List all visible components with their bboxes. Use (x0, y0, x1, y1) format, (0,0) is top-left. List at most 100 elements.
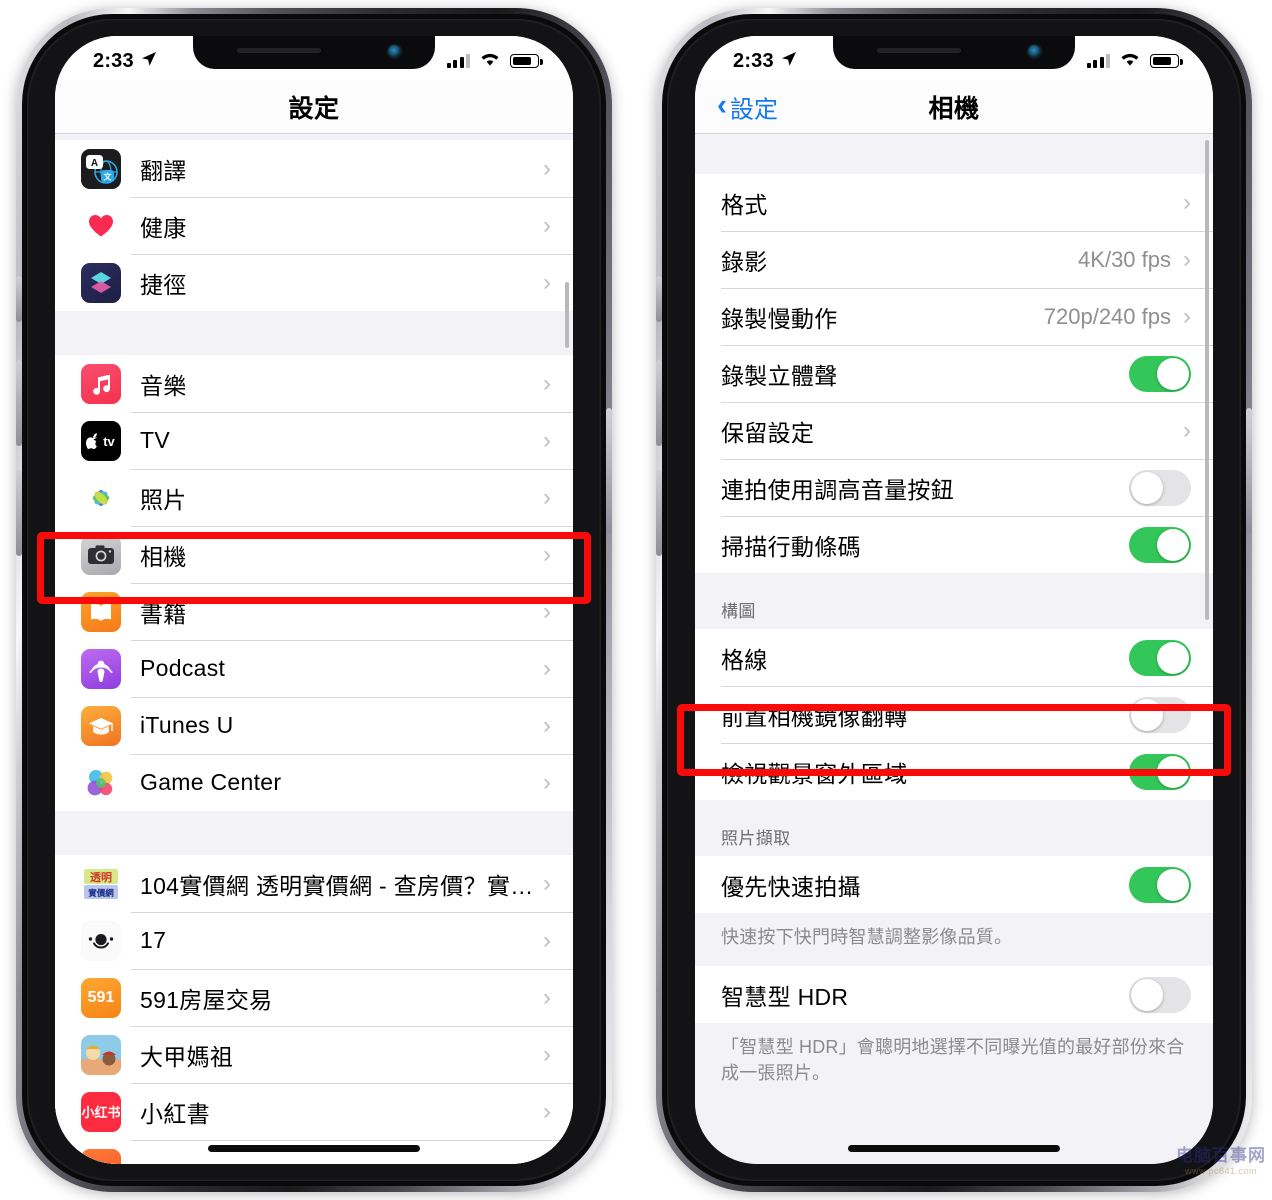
chevron-right-icon: › (543, 768, 551, 796)
mazu-app-icon (81, 1034, 121, 1075)
section-header-photo-capture: 照片擷取 (695, 800, 1213, 856)
setting-value: 4K/30 fps (1078, 246, 1171, 272)
sidebar-item-translate[interactable]: A 文 翻譯 › (55, 140, 573, 197)
location-arrow-icon (781, 50, 797, 73)
setting-label: 錄製立體聲 (721, 362, 838, 389)
sidebar-item-camera[interactable]: 相機 › (55, 526, 573, 583)
sidebar-item-shortcuts[interactable]: 捷徑 › (55, 254, 573, 311)
setting-label: 保留設定 (721, 419, 815, 446)
sidebar-item-game-center[interactable]: Game Center › (55, 754, 573, 811)
toggle-view-outside-frame[interactable] (1129, 753, 1191, 790)
sidebar-item-104[interactable]: 透明 實價網 104實價網 透明實價網 - 查房價？實… › (55, 855, 573, 912)
app17-icon (81, 920, 121, 961)
volume-up-button[interactable] (656, 360, 662, 446)
page-title: 設定 (288, 94, 340, 123)
left-settings-list[interactable]: A 文 翻譯 › 健康 › 捷徑 › 音樂 › tv TV › 照片 › 相機 … (55, 134, 573, 1164)
sidebar-item-xiaohongshu[interactable]: 小红书 小紅書 › (55, 1083, 573, 1140)
toggle-prioritize-faster-shooting[interactable] (1129, 866, 1191, 903)
setting-row-record-stereo[interactable]: 錄製立體聲 (695, 345, 1213, 402)
chevron-right-icon: › (543, 711, 551, 739)
sidebar-item-label: Podcast (140, 655, 226, 681)
toggle-knob (1131, 698, 1163, 731)
chevron-right-icon: › (543, 1097, 551, 1125)
tv-app-icon: tv (81, 420, 121, 461)
chevron-right-icon: › (543, 1156, 551, 1164)
right-phone-screen: 2:33 ‹ 設定 相機 格式 › 錄影 4K/30 fps › 錄製慢動作 7… (695, 36, 1213, 1164)
sidebar-item-label: 591房屋交易 (140, 986, 273, 1013)
toggle-scan-qr[interactable] (1129, 526, 1191, 563)
toggle-grid[interactable] (1129, 639, 1191, 676)
sidebar-item-books[interactable]: 書籍 › (55, 583, 573, 640)
toggle-record-stereo[interactable] (1129, 355, 1191, 392)
chevron-right-icon: › (543, 540, 551, 568)
chevron-right-icon: › (543, 1040, 551, 1068)
volume-down-button[interactable] (656, 470, 662, 556)
volume-up-button[interactable] (16, 360, 22, 446)
setting-label: 連拍使用調高音量按鈕 (721, 476, 954, 503)
setting-label: 掃描行動條碼 (721, 533, 861, 560)
setting-row-scan-qr[interactable]: 掃描行動條碼 (695, 516, 1213, 573)
setting-row-preserve-settings[interactable]: 保留設定 › (695, 402, 1213, 459)
itunesu-app-icon (81, 705, 121, 746)
front-camera-icon (388, 45, 401, 58)
setting-label: 錄影 (721, 248, 768, 275)
chevron-right-icon: › (543, 268, 551, 296)
setting-row-grid[interactable]: 格線 (695, 629, 1213, 686)
setting-row-record-video[interactable]: 錄影 4K/30 fps › (695, 231, 1213, 288)
setting-row-mirror-front-camera[interactable]: 前置相機鏡像翻轉 (695, 686, 1213, 743)
volume-down-button[interactable] (16, 470, 22, 556)
sidebar-item-label: 104實價網 透明實價網 - 查房價？實… (140, 872, 534, 899)
sidebar-item-label: TV (140, 427, 170, 453)
toggle-mirror-front-camera[interactable] (1129, 696, 1191, 733)
sidebar-item-photos[interactable]: 照片 › (55, 469, 573, 526)
sidebar-item-label: 17 (140, 927, 167, 953)
setting-row-burst-volume-up[interactable]: 連拍使用調高音量按鈕 (695, 459, 1213, 516)
camera-app-icon (81, 534, 121, 575)
camera-section-3: 優先快速拍攝 (695, 856, 1213, 913)
sidebar-item-17[interactable]: 17 › (55, 912, 573, 969)
status-time: 2:33 (733, 50, 797, 73)
setting-row-record-slomo[interactable]: 錄製慢動作 720p/240 fps › (695, 288, 1213, 345)
toggle-knob (1157, 528, 1189, 561)
sidebar-item-mazu[interactable]: 大甲媽祖 › (55, 1026, 573, 1083)
home-indicator[interactable] (848, 1145, 1060, 1152)
scroll-indicator[interactable] (1205, 140, 1209, 620)
scroll-indicator[interactable] (565, 282, 569, 348)
camera-settings-list[interactable]: 格式 › 錄影 4K/30 fps › 錄製慢動作 720p/240 fps › (695, 134, 1213, 1164)
svg-text:tv: tv (103, 434, 115, 449)
home-indicator[interactable] (208, 1145, 420, 1152)
settings-group-3: 透明 實價網 104實價網 透明實價網 - 查房價？實… › 17 › 591 … (55, 855, 573, 1164)
setting-row-prioritize-faster-shooting[interactable]: 優先快速拍攝 (695, 856, 1213, 913)
chevron-right-icon: › (543, 869, 551, 897)
mute-switch[interactable] (16, 276, 22, 322)
sidebar-item-podcast[interactable]: Podcast › (55, 640, 573, 697)
mute-switch[interactable] (656, 276, 662, 322)
section-footer-photo-capture: 快速按下快門時智慧調整影像品質。 (695, 913, 1213, 967)
chevron-right-icon: › (543, 926, 551, 954)
toggle-burst-volume-up[interactable] (1129, 469, 1191, 506)
shortcuts-app-icon (81, 262, 121, 303)
photos-app-icon (81, 477, 121, 518)
sidebar-item-music[interactable]: 音樂 › (55, 355, 573, 412)
setting-row-smart-hdr[interactable]: 智慧型 HDR (695, 966, 1213, 1024)
sidebar-item-health[interactable]: 健康 › (55, 197, 573, 254)
sidebar-item-tv[interactable]: tv TV › (55, 412, 573, 469)
toggle-smart-hdr[interactable] (1129, 976, 1191, 1013)
right-nav-bar: ‹ 設定 相機 (695, 80, 1213, 134)
back-button[interactable]: ‹ 設定 (717, 89, 778, 124)
setting-label: 智慧型 HDR (721, 983, 849, 1010)
sidebar-item-591[interactable]: 591 591房屋交易 › (55, 969, 573, 1026)
setting-row-format[interactable]: 格式 › (695, 174, 1213, 231)
svg-text:實價網: 實價網 (88, 888, 114, 898)
power-button[interactable] (606, 408, 612, 534)
chevron-right-icon: › (1183, 302, 1191, 330)
notch (833, 36, 1075, 69)
notch (193, 36, 435, 69)
list-item-partial[interactable]: › (55, 1140, 573, 1164)
sidebar-item-label: 大甲媽祖 (140, 1043, 234, 1070)
sidebar-item-itunes-u[interactable]: iTunes U › (55, 697, 573, 754)
cellular-bars-icon (1086, 54, 1110, 68)
setting-row-view-outside-frame[interactable]: 檢視觀景窗外區域 (695, 743, 1213, 800)
power-button[interactable] (1246, 408, 1252, 534)
chevron-right-icon: › (543, 426, 551, 454)
